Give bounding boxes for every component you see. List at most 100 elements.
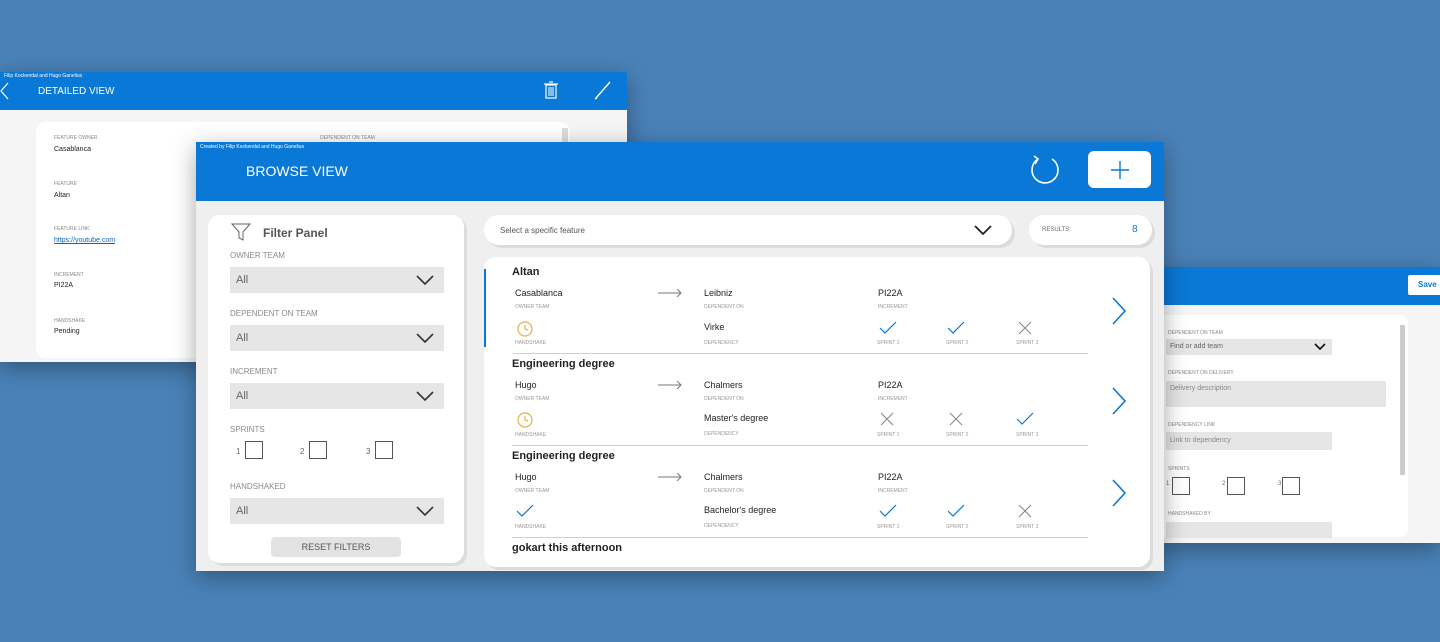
scrollbar[interactable] [1400,325,1405,475]
dependent-on-label: DEPENDENT ON [704,488,744,494]
check-icon [879,504,897,517]
increment-value: All [236,390,249,402]
chevron-right-icon[interactable] [1111,479,1127,507]
edit-view-header: Save [1160,267,1440,305]
cross-icon [880,412,894,426]
dependent-team-value: All [236,332,249,344]
owner-team-label: OWNER TEAM [515,304,550,310]
increment-label: INCREMENT [878,488,908,494]
feature-title: gokart this afternoon [512,542,623,554]
chevron-right-icon[interactable] [1111,387,1127,415]
detailed-view-header: Filip Kockendal and Hugo Ganelius DETAIL… [0,72,627,110]
dependency-label: DEPENDENCY [704,523,739,529]
dependency-value: Master's degree [704,413,769,423]
back-icon[interactable] [0,82,10,100]
increment-label: INCREMENT [878,396,908,402]
feature-title: Engineering degree [512,450,615,462]
clock-pending-icon [517,321,533,337]
dependent-on-value: Chalmers [704,380,743,390]
field-label: FEATURE LINK [54,226,90,232]
sprint-3-filter-checkbox[interactable] [375,441,393,459]
feature-title: Altan [512,266,540,278]
plus-icon [1111,161,1129,179]
chevron-down-icon [416,391,434,401]
save-button[interactable]: Save [1408,275,1440,295]
field-label: FEATURE [54,181,77,187]
check-icon [879,321,897,334]
add-button[interactable] [1088,151,1151,188]
dependent-on-label: DEPENDENT ON [704,304,744,310]
owner-team-label: OWNER TEAM [515,396,550,402]
reset-filters-button[interactable]: RESET FILTERS [271,537,401,557]
chevron-right-icon[interactable] [1111,297,1127,325]
owner-team-select[interactable]: All [230,267,444,293]
list-item[interactable]: Engineering degree Hugo OWNER TEAM Chalm… [484,355,1150,447]
handshaked-by-input[interactable] [1166,522,1332,538]
refresh-icon[interactable] [1028,153,1062,187]
field-label: FEATURE OWNER [54,135,98,141]
sprint-1-filter-checkbox[interactable] [245,441,263,459]
dependency-link-input[interactable]: Link to dependency [1166,432,1332,450]
trash-icon[interactable] [544,81,558,99]
field-value: PI22A [54,282,74,289]
handshaked-select[interactable]: All [230,498,444,524]
handshake-label: HANDSHAKE [515,340,547,346]
list-item[interactable]: Altan Casablanca OWNER TEAM Leibniz DEPE… [484,257,1150,353]
sprint-1-checkbox[interactable] [1172,477,1190,495]
browse-view-title: BROWSE VIEW [246,163,348,179]
list-item[interactable]: Engineering degree Hugo OWNER TEAM Chalm… [484,447,1150,539]
row-divider [512,537,1088,538]
sprint-number: 3 [366,447,371,456]
row-divider [512,445,1088,446]
results-count: 8 [1132,224,1138,235]
team-select-placeholder: Find or add team [1170,343,1223,350]
chevron-down-icon [1314,343,1326,351]
increment-label: INCREMENT [230,367,278,376]
arrow-right-icon [658,381,682,389]
row-divider [512,353,1088,354]
dependent-on-team-label: DEPENDENT ON TEAM [230,309,318,318]
dependent-on-value: Leibniz [704,288,733,298]
sprint-3-label: SPRINT 3 [1016,432,1039,438]
sprint-number: 3 [1278,481,1282,487]
feature-select[interactable]: Select a specific feature [484,215,1012,245]
dependency-value: Bachelor's degree [704,505,777,515]
check-icon [947,504,965,517]
feature-link[interactable]: https://youtube.com [54,237,115,244]
sprint-3-label: SPRINT 3 [1016,340,1039,346]
check-icon [1016,412,1034,425]
field-value: Pending [54,328,80,335]
chevron-down-icon [416,333,434,343]
check-icon [516,504,534,517]
dependency-value: Virke [704,322,725,332]
sprint-2-label: SPRINT 2 [946,524,969,530]
chevron-down-icon [974,225,992,235]
owner-team-label: OWNER TEAM [515,488,550,494]
dependent-team-select[interactable]: All [230,325,444,351]
owner-team-value: Casablanca [515,288,563,298]
sprints-label: SPRINTS [1168,466,1190,472]
dependent-on-label: DEPENDENT ON [704,396,744,402]
sprint-3-checkbox[interactable] [1282,477,1300,495]
arrow-right-icon [658,289,682,297]
team-select[interactable]: Find or add team [1166,339,1332,355]
browse-view-window: Created by Filip Kockendal and Hugo Gane… [196,142,1164,571]
clock-pending-icon [517,412,533,428]
save-button-label: Save [1418,280,1437,289]
list-item[interactable]: gokart this afternoon [484,539,1150,567]
sprints-label: SPRINTS [230,425,265,434]
edit-pencil-icon[interactable] [594,80,612,100]
chevron-down-icon [416,506,434,516]
dependency-link-label: DEPENDENCY LINK [1168,422,1216,428]
results-box: RESULTS: 8 [1029,215,1152,245]
delivery-textarea[interactable]: Delivery description [1166,381,1386,407]
arrow-right-icon [658,473,682,481]
increment-select[interactable]: All [230,383,444,409]
delivery-placeholder: Delivery description [1170,385,1232,392]
sprint-2-checkbox[interactable] [1227,477,1245,495]
sprint-2-filter-checkbox[interactable] [309,441,327,459]
results-label: RESULTS: [1042,227,1071,233]
handshaked-label: HANDSHAKED [230,482,286,491]
increment-value: PI22A [878,288,903,298]
sprint-1-label: SPRINT 1 [877,524,900,530]
